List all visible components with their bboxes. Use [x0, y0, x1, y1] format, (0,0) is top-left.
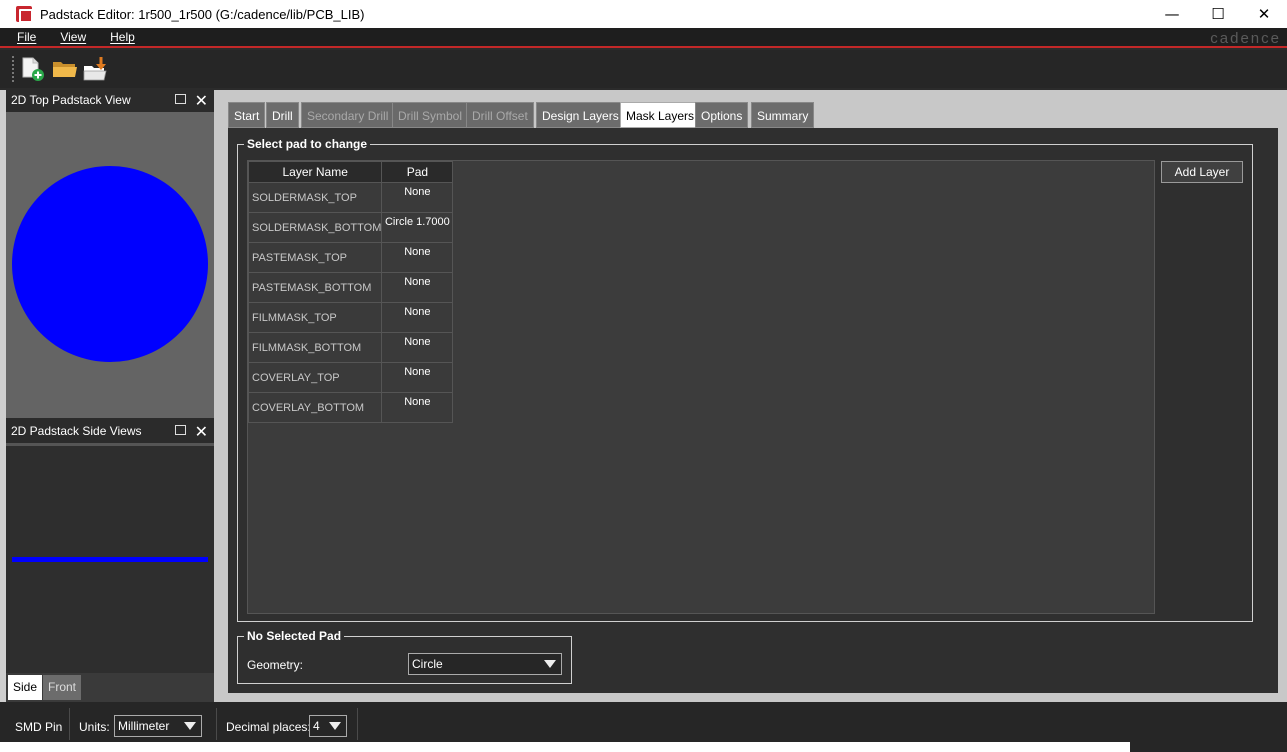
layer-name-cell[interactable]: COVERLAY_BOTTOM: [247, 392, 383, 423]
top-view-title: 2D Top Padstack View: [11, 93, 131, 107]
menu-bar: File View Help cadence: [0, 28, 1287, 48]
pad-cell[interactable]: None: [381, 332, 454, 363]
layer-name-cell[interactable]: FILMMASK_TOP: [247, 302, 383, 333]
pad-cell[interactable]: None: [381, 272, 454, 303]
table-row[interactable]: COVERLAY_BOTTOM None: [247, 392, 454, 423]
side-padstack-view: [6, 443, 214, 673]
tab-front[interactable]: Front: [43, 675, 82, 700]
pad-side-profile: [12, 557, 208, 562]
layer-name-cell[interactable]: PASTEMASK_TOP: [247, 242, 383, 273]
tab-side[interactable]: Side: [8, 675, 43, 700]
select-pad-title: Select pad to change: [244, 137, 371, 151]
layer-name-cell[interactable]: SOLDERMASK_BOTTOM: [247, 212, 383, 243]
tab-drill-symbol[interactable]: Drill Symbol: [392, 102, 469, 128]
column-header-pad[interactable]: Pad: [381, 161, 454, 183]
layer-name-cell[interactable]: COVERLAY_TOP: [247, 362, 383, 393]
no-selected-pad-title: No Selected Pad: [244, 629, 345, 643]
maximize-button[interactable]: ☐: [1195, 0, 1241, 28]
cadence-logo: cadence: [1210, 30, 1281, 47]
side-view-title: 2D Padstack Side Views: [11, 424, 142, 438]
title-bar: Padstack Editor: 1r500_1r500 (G:/cadence…: [0, 0, 1287, 28]
tab-drill[interactable]: Drill: [266, 102, 299, 128]
window-title: Padstack Editor: 1r500_1r500 (G:/cadence…: [40, 6, 365, 22]
table-row[interactable]: FILMMASK_TOP None: [247, 302, 454, 333]
pad-circle-top: [12, 166, 208, 362]
table-row[interactable]: SOLDERMASK_TOP None: [247, 182, 454, 213]
float-panel-icon[interactable]: [175, 94, 186, 104]
tab-mask-layers[interactable]: Mask Layers: [620, 102, 701, 128]
tab-drill-offset[interactable]: Drill Offset: [466, 102, 534, 128]
toolbar: [0, 50, 1287, 88]
pad-cell[interactable]: None: [381, 392, 454, 423]
decimal-places-select[interactable]: 4: [309, 715, 347, 737]
table-row[interactable]: SOLDERMASK_BOTTOM Circle 1.7000: [247, 212, 454, 243]
geometry-value: Circle: [412, 657, 443, 671]
pad-cell[interactable]: None: [381, 302, 454, 333]
chevron-down-icon: [184, 722, 196, 730]
menu-help[interactable]: Help: [110, 30, 135, 44]
table-row[interactable]: PASTEMASK_TOP None: [247, 242, 454, 273]
window-controls: — ☐ ✕: [1149, 0, 1287, 28]
decimal-places-label: Decimal places:: [226, 720, 311, 734]
chevron-down-icon: [329, 722, 341, 730]
pad-cell[interactable]: Circle 1.7000: [381, 212, 454, 243]
layer-name-cell[interactable]: SOLDERMASK_TOP: [247, 182, 383, 213]
background-window-strip: [0, 742, 1130, 752]
pin-type: SMD Pin: [15, 720, 63, 734]
units-value: Millimeter: [118, 719, 170, 733]
chevron-down-icon: [544, 660, 556, 668]
table-row[interactable]: PASTEMASK_BOTTOM None: [247, 272, 454, 303]
layer-name-cell[interactable]: FILMMASK_BOTTOM: [247, 332, 383, 363]
layers-table: Layer Name Pad SOLDERMASK_TOP None SOLDER…: [247, 161, 454, 423]
tab-options[interactable]: Options: [695, 102, 749, 128]
top-view-header: 2D Top Padstack View ✕: [6, 90, 214, 110]
tab-secondary-drill[interactable]: Secondary Drill: [301, 102, 395, 128]
pad-cell[interactable]: None: [381, 242, 454, 273]
close-panel-icon[interactable]: ✕: [195, 91, 208, 111]
layer-name-cell[interactable]: PASTEMASK_BOTTOM: [247, 272, 383, 303]
divider: [357, 708, 358, 740]
units-label: Units:: [79, 720, 110, 734]
pad-cell[interactable]: None: [381, 362, 454, 393]
tab-start[interactable]: Start: [228, 102, 266, 128]
new-document-icon[interactable]: [20, 56, 46, 82]
float-panel-icon[interactable]: [175, 425, 186, 435]
top-padstack-view: [6, 112, 214, 418]
decimal-places-value: 4: [313, 719, 320, 733]
column-header-layer-name[interactable]: Layer Name: [247, 161, 383, 183]
divider: [69, 708, 70, 740]
divider: [216, 708, 217, 740]
close-panel-icon[interactable]: ✕: [195, 422, 208, 442]
table-row[interactable]: FILMMASK_BOTTOM None: [247, 332, 454, 363]
geometry-label: Geometry:: [247, 658, 304, 672]
add-layer-button[interactable]: Add Layer: [1161, 161, 1243, 183]
open-folder-icon[interactable]: [52, 56, 78, 82]
tab-design-layers[interactable]: Design Layers: [536, 102, 625, 128]
toolbar-grip: [12, 56, 14, 82]
pad-cell[interactable]: None: [381, 182, 454, 213]
close-window-button[interactable]: ✕: [1241, 0, 1287, 28]
tab-summary[interactable]: Summary: [751, 102, 815, 128]
side-view-header: 2D Padstack Side Views ✕: [6, 421, 214, 441]
table-row[interactable]: COVERLAY_TOP None: [247, 362, 454, 393]
menu-file[interactable]: File: [17, 30, 36, 44]
side-view-tabs: Side Front: [6, 673, 214, 702]
geometry-select[interactable]: Circle: [408, 653, 562, 675]
app-icon: [16, 6, 33, 23]
menu-view[interactable]: View: [60, 30, 86, 44]
units-select[interactable]: Millimeter: [114, 715, 202, 737]
minimize-button[interactable]: —: [1149, 0, 1195, 28]
import-folder-icon[interactable]: [83, 56, 109, 82]
